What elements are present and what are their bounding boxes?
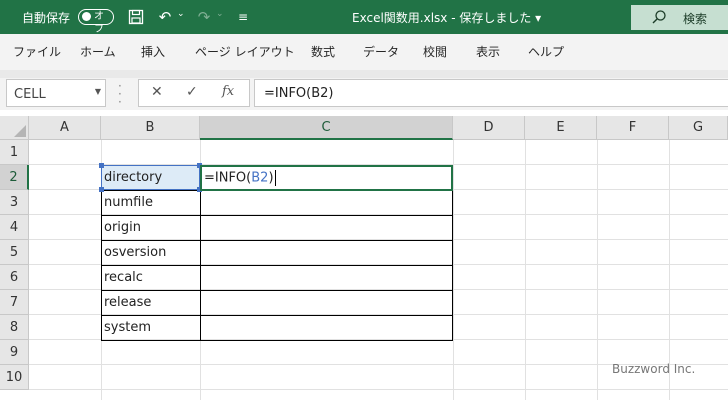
toggle-knob — [82, 12, 91, 21]
search-label: 検索 — [683, 12, 708, 26]
watermark: Buzzword Inc. — [612, 362, 696, 376]
search-box[interactable]: 検索 — [631, 5, 728, 30]
formula-reference: B2 — [251, 170, 269, 186]
row-header-8[interactable]: 8 — [0, 315, 29, 340]
cell-b6[interactable]: recalc — [101, 266, 143, 290]
chevron-down-icon[interactable]: ▼ — [95, 87, 101, 96]
drag-handle-icon[interactable]: · · · — [118, 80, 122, 108]
ribbon-tabs: ファイル ホーム 挿入 ページ レイアウト 数式 データ 校閲 表示 ヘルプ — [0, 34, 728, 70]
formula-bar: CELL ▼ · · · ✕ ✓ fx =INFO(B2) — [0, 78, 728, 110]
undo-icon[interactable]: ↶ — [156, 8, 174, 26]
cell-b2[interactable]: directory — [101, 166, 162, 190]
row-header-5[interactable]: 5 — [0, 240, 29, 265]
gridline — [453, 140, 454, 400]
document-title[interactable]: Excel関数用.xlsx - 保存しました ▾ — [352, 9, 541, 26]
row-header-7[interactable]: 7 — [0, 290, 29, 315]
undo-dropdown-icon[interactable]: ⌄ — [177, 9, 185, 19]
gridline — [669, 140, 670, 400]
insert-function-icon[interactable]: fx — [222, 84, 234, 99]
table-border — [101, 265, 453, 266]
formula-text: =INFO(B2) — [264, 86, 334, 101]
tab-insert[interactable]: 挿入 — [141, 43, 165, 60]
ribbon-collapsed-edge — [0, 70, 728, 78]
column-header-b[interactable]: B — [101, 116, 200, 140]
row-header-6[interactable]: 6 — [0, 265, 29, 290]
save-icon[interactable] — [127, 8, 145, 26]
row-header-4[interactable]: 4 — [0, 215, 29, 240]
redo-icon[interactable]: ↷ — [195, 8, 213, 26]
title-bar: 自動保存 オフ ↶ ⌄ ↷ ⌄ ≡ Excel関数用.xlsx - 保存しました… — [0, 0, 728, 35]
customize-toolbar-icon[interactable]: ≡ — [234, 8, 252, 26]
enter-icon[interactable]: ✓ — [186, 84, 198, 100]
row-header-1[interactable]: 1 — [0, 140, 29, 165]
formula-suffix: ) — [268, 170, 274, 186]
spreadsheet-grid: A B C D E F G 1 2 3 4 5 6 7 8 9 10 direc… — [0, 116, 728, 400]
search-icon — [652, 10, 666, 24]
tab-data[interactable]: データ — [363, 43, 399, 60]
column-header-a[interactable]: A — [29, 116, 101, 140]
cell-b4[interactable]: origin — [101, 216, 141, 240]
table-border — [101, 315, 453, 316]
row-header-9[interactable]: 9 — [0, 340, 29, 365]
column-header-f[interactable]: F — [597, 116, 669, 140]
name-box-value: CELL — [14, 87, 46, 102]
autosave-label: 自動保存 — [22, 11, 71, 25]
cell-c2-editing[interactable]: =INFO(B2) — [200, 165, 453, 191]
tab-formulas[interactable]: 数式 — [311, 43, 335, 60]
cancel-icon[interactable]: ✕ — [151, 84, 163, 100]
text-cursor — [274, 170, 276, 186]
tab-page-layout[interactable]: ページ レイアウト — [195, 43, 295, 60]
formula-prefix: =INFO( — [204, 170, 252, 186]
gridline — [597, 140, 598, 400]
column-header-d[interactable]: D — [453, 116, 525, 140]
cell-b7[interactable]: release — [101, 291, 151, 315]
row-header-3[interactable]: 3 — [0, 190, 29, 215]
tab-review[interactable]: 校閲 — [423, 43, 447, 60]
table-border — [101, 290, 453, 291]
cell-b5[interactable]: osversion — [101, 241, 166, 265]
column-header-g[interactable]: G — [669, 116, 728, 140]
cell-c2-formula: =INFO(B2) — [204, 170, 276, 186]
tab-home[interactable]: ホーム — [80, 43, 116, 60]
tab-file[interactable]: ファイル — [13, 43, 61, 60]
table-border — [101, 215, 453, 216]
autosave-toggle[interactable]: オフ — [78, 9, 114, 35]
table-border — [101, 340, 453, 341]
formula-buttons: ✕ ✓ fx — [138, 79, 250, 107]
tab-help[interactable]: ヘルプ — [528, 43, 564, 60]
name-box[interactable]: CELL ▼ — [6, 79, 106, 107]
gridline — [525, 140, 526, 400]
row-header-2[interactable]: 2 — [0, 165, 29, 190]
formula-input[interactable]: =INFO(B2) — [254, 79, 728, 107]
tab-view[interactable]: 表示 — [476, 43, 500, 60]
row-header-10[interactable]: 10 — [0, 365, 29, 390]
autosave-state: オフ — [94, 11, 104, 35]
column-header-c[interactable]: C — [200, 116, 453, 140]
redo-dropdown-icon[interactable]: ⌄ — [216, 9, 224, 19]
cell-b3[interactable]: numfile — [101, 191, 153, 215]
cell-b8[interactable]: system — [101, 316, 151, 340]
column-header-e[interactable]: E — [525, 116, 597, 140]
gridline — [29, 389, 728, 390]
select-all-corner[interactable] — [0, 116, 29, 140]
